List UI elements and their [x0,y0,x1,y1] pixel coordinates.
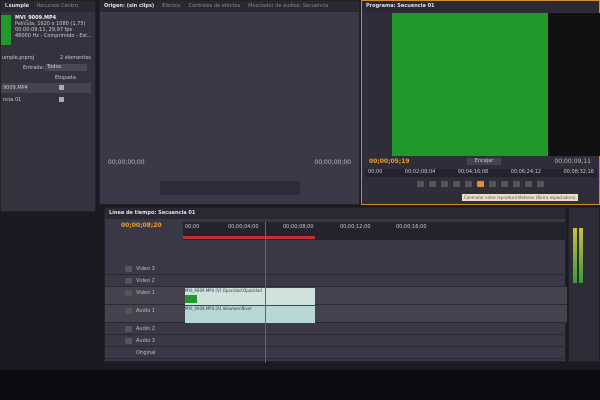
ruler-label: 00;00;08;00 [283,224,314,230]
program-timecode[interactable]: 00;00;05;19 [369,158,410,165]
track-video-2: Video 2 [105,275,567,287]
audio-meters [568,207,600,362]
ruler-label: 00;00 [368,169,383,175]
speaker-icon[interactable] [125,326,132,332]
entry-label: Entrada: [23,65,45,71]
monitor-bezel [0,370,600,400]
tab-audio-mixer[interactable]: Mezclador de audios: Secuencia [248,3,328,10]
timeline-timecode[interactable]: 00;00;08;20 [121,222,162,229]
program-duration: 00;00;09;11 [554,158,591,165]
label-swatch [59,97,64,102]
track-label: Video 3 [136,266,155,272]
track-label: Audio 2 [136,326,155,332]
ruler-label: 00;00;12;00 [340,224,371,230]
clip-thumbnail [185,295,197,303]
clip-thumbnail [1,15,11,45]
mark-out-button[interactable] [429,181,436,187]
program-video-frame [392,13,548,156]
ruler-label: 00;08;32;16 [563,169,594,175]
track-video-3: Video 3 [105,263,567,275]
source-monitor: Origen: (sin clips) Efectos Controles de… [99,0,360,205]
track-label: Audio 1 [136,308,155,314]
source-transport-controls[interactable] [160,181,300,195]
program-black-bg-right [548,13,600,156]
eye-icon[interactable] [125,266,132,272]
source-timecode: 00;00;00;00 [108,159,145,166]
zoom-select[interactable]: Encajar [467,158,501,165]
clip-info-3: 48000 Hz - Comprimido - Est... [15,33,92,39]
meter-left [573,228,577,283]
step-back-button[interactable] [465,181,472,187]
tracks-area: Video 3 Video 2 Video 1 MVI_9009.MP4 [V]… [105,263,567,363]
ruler-label: 00;00;16;00 [396,224,427,230]
work-area-bar[interactable] [183,236,315,239]
track-audio-1: Audio 1 MVI_9009.MP4 [A] Volumen:Nivel [105,305,567,323]
track-audio-2: Audio 2 [105,323,567,335]
clip-label: MVI_9009.MP4 [A] Volumen:Nivel [185,306,252,311]
clip-label: MVI_9009.MP4 [V] Opacidad:Opacidad [185,288,262,293]
timeline-tabs: Línea de tiempo: Secuencia 01 [105,208,565,219]
project-item[interactable]: ncia 01 [1,95,91,105]
ruler-label: 00;06;24;12 [510,169,542,175]
tab-effect-controls[interactable]: Controles de efectos [189,3,240,10]
program-transport-controls[interactable] [417,181,544,187]
track-label: Audio 3 [136,338,155,344]
ruler-label: 00;00;04;00 [228,224,259,230]
project-panel: l.sumple Recursos Centro MVI_9009.MP4 Pe… [0,0,96,212]
program-tabs: Programa: Secuencia 01 [362,1,599,12]
extract-button[interactable] [525,181,532,187]
play-tooltip: Conmutar entre reproducir/detener (Barra… [462,194,578,201]
project-item[interactable]: 9009.MP4 [1,83,91,93]
tab-project[interactable]: l.sumple [5,3,29,10]
go-to-out-button[interactable] [501,181,508,187]
label-swatch [59,85,64,90]
ruler-label: 00;02;08;04 [404,169,436,175]
play-button[interactable] [477,181,484,187]
program-ruler[interactable]: 00;00 00;02;08;04 00;04;16;08 00;06;24;1… [365,169,597,177]
track-label: Original [136,350,156,356]
track-master: Original [105,347,567,359]
project-tabs: l.sumple Recursos Centro [1,1,95,12]
item-count: 2 elementos [59,55,91,61]
speaker-icon[interactable] [125,308,132,314]
playhead[interactable] [265,222,266,363]
track-video-1: Video 1 MVI_9009.MP4 [V] Opacidad:Opacid… [105,287,567,305]
track-audio-3: Audio 3 [105,335,567,347]
project-file: umple.prproj [2,55,35,61]
source-tabs: Origen: (sin clips) Efectos Controles de… [100,1,359,12]
tab-program[interactable]: Programa: Secuencia 01 [366,3,435,10]
speaker-icon[interactable] [125,338,132,344]
ruler-label: 00;04;16;08 [457,169,489,175]
mark-in-button[interactable] [417,181,424,187]
tab-media-browser[interactable]: Recursos Centro [37,3,78,10]
eye-icon[interactable] [125,278,132,284]
tab-effects[interactable]: Efectos [162,3,180,10]
project-item-label: 9009.MP4 [3,85,28,91]
timeline-panel: Línea de tiempo: Secuencia 01 00;00;08;2… [104,207,567,363]
entry-select[interactable]: Todos [45,64,87,71]
track-label: Video 2 [136,278,155,284]
video-clip[interactable]: MVI_9009.MP4 [V] Opacidad:Opacidad [185,288,315,305]
eye-icon[interactable] [125,290,132,296]
step-forward-button[interactable] [489,181,496,187]
timeline-ruler[interactable]: 00;00 00;00;04;00 00;00;08;00 00;00;12;0… [183,222,567,240]
project-item-label: ncia 01 [3,97,22,103]
source-duration: 00;00;00;00 [314,159,351,166]
ruler-label: 00;00 [185,224,200,230]
tab-source[interactable]: Origen: (sin clips) [104,3,154,10]
track-label: Video 1 [136,290,155,296]
go-to-in-button[interactable] [453,181,460,187]
audio-clip[interactable]: MVI_9009.MP4 [A] Volumen:Nivel [185,306,315,323]
marker-button[interactable] [441,181,448,187]
meter-right [579,228,583,283]
tab-timeline[interactable]: Línea de tiempo: Secuencia 01 [109,210,195,217]
column-label[interactable]: Etiqueta [55,75,76,81]
export-frame-button[interactable] [537,181,544,187]
program-monitor: Programa: Secuencia 01 00;00;05;19 Encaj… [361,0,600,205]
lift-button[interactable] [513,181,520,187]
